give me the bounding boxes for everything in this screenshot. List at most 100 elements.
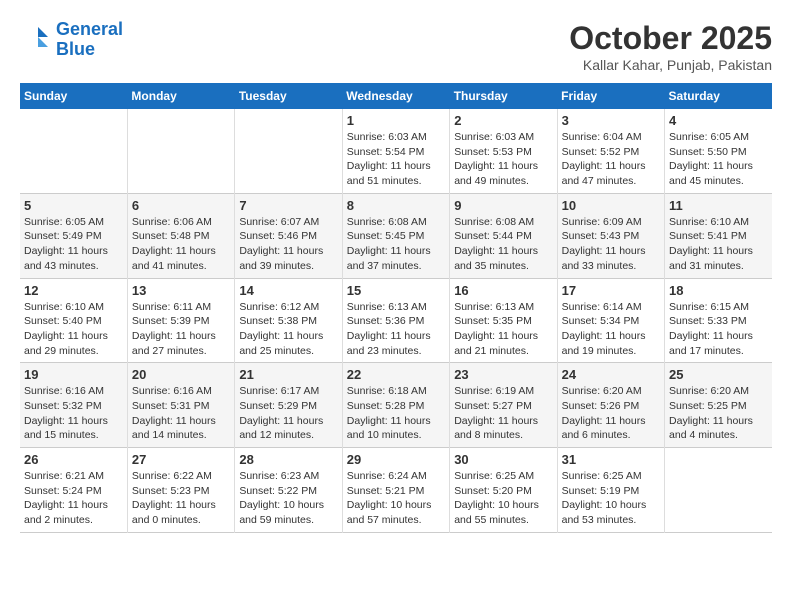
cell-w3-d4: 15 Sunrise: 6:13 AMSunset: 5:36 PMDayligh… xyxy=(342,278,449,363)
header-wednesday: Wednesday xyxy=(342,83,449,109)
day-info: Sunrise: 6:09 AMSunset: 5:43 PMDaylight:… xyxy=(562,215,660,274)
day-number: 8 xyxy=(347,198,445,213)
cell-w4-d2: 20 Sunrise: 6:16 AMSunset: 5:31 PMDayligh… xyxy=(127,363,234,448)
day-number: 18 xyxy=(669,283,768,298)
day-number: 24 xyxy=(562,367,660,382)
cell-w1-d3 xyxy=(235,109,342,193)
day-info: Sunrise: 6:03 AMSunset: 5:54 PMDaylight:… xyxy=(347,130,445,189)
day-info: Sunrise: 6:12 AMSunset: 5:38 PMDaylight:… xyxy=(239,300,337,359)
day-number: 27 xyxy=(132,452,230,467)
day-number: 1 xyxy=(347,113,445,128)
cell-w1-d5: 2Sunrise: 6:03 AMSunset: 5:53 PMDaylight… xyxy=(450,109,557,193)
header-friday: Friday xyxy=(557,83,664,109)
cell-w3-d7: 18 Sunrise: 6:15 AMSunset: 5:33 PMDayligh… xyxy=(665,278,772,363)
cell-w2-d1: 5Sunrise: 6:05 AMSunset: 5:49 PMDaylight… xyxy=(20,193,127,278)
cell-w2-d4: 8Sunrise: 6:08 AMSunset: 5:45 PMDaylight… xyxy=(342,193,449,278)
cell-w3-d3: 14 Sunrise: 6:12 AMSunset: 5:38 PMDayligh… xyxy=(235,278,342,363)
day-number: 14 xyxy=(239,283,337,298)
day-info: Sunrise: 6:18 AMSunset: 5:28 PMDaylight:… xyxy=(347,384,445,443)
week-row-2: 5Sunrise: 6:05 AMSunset: 5:49 PMDaylight… xyxy=(20,193,772,278)
cell-w5-d4: 29Sunrise: 6:24 AMSunset: 5:21 PMDayligh… xyxy=(342,448,449,533)
cell-w2-d6: 10Sunrise: 6:09 AMSunset: 5:43 PMDayligh… xyxy=(557,193,664,278)
day-number: 9 xyxy=(454,198,552,213)
header-thursday: Thursday xyxy=(450,83,557,109)
day-info: Sunrise: 6:20 AMSunset: 5:26 PMDaylight:… xyxy=(562,384,660,443)
day-info: Sunrise: 6:13 AMSunset: 5:35 PMDaylight:… xyxy=(454,300,552,359)
cell-w1-d2 xyxy=(127,109,234,193)
day-number: 17 xyxy=(562,283,660,298)
cell-w4-d5: 23 Sunrise: 6:19 AMSunset: 5:27 PMDayligh… xyxy=(450,363,557,448)
day-info: Sunrise: 6:20 AMSunset: 5:25 PMDaylight:… xyxy=(669,384,768,443)
cell-w1-d6: 3 Sunrise: 6:04 AMSunset: 5:52 PMDaylight… xyxy=(557,109,664,193)
page-header: General Blue October 2025 Kallar Kahar, … xyxy=(20,20,772,73)
header-monday: Monday xyxy=(127,83,234,109)
calendar-subtitle: Kallar Kahar, Punjab, Pakistan xyxy=(569,57,772,73)
day-number: 7 xyxy=(239,198,337,213)
title-block: October 2025 Kallar Kahar, Punjab, Pakis… xyxy=(569,20,772,73)
day-info: Sunrise: 6:22 AMSunset: 5:23 PMDaylight:… xyxy=(132,469,230,528)
week-row-5: 26Sunrise: 6:21 AMSunset: 5:24 PMDayligh… xyxy=(20,448,772,533)
cell-w4-d1: 19 Sunrise: 6:16 AMSunset: 5:32 PMDayligh… xyxy=(20,363,127,448)
day-number: 31 xyxy=(562,452,660,467)
day-info: Sunrise: 6:10 AMSunset: 5:41 PMDaylight:… xyxy=(669,215,768,274)
day-info: Sunrise: 6:19 AMSunset: 5:27 PMDaylight:… xyxy=(454,384,552,443)
day-number: 13 xyxy=(132,283,230,298)
cell-w5-d6: 31 Sunrise: 6:25 AMSunset: 5:19 PMDayligh… xyxy=(557,448,664,533)
day-info: Sunrise: 6:08 AMSunset: 5:44 PMDaylight:… xyxy=(454,215,552,274)
header-saturday: Saturday xyxy=(665,83,772,109)
week-row-1: 1 Sunrise: 6:03 AMSunset: 5:54 PMDaylight… xyxy=(20,109,772,193)
week-row-4: 19 Sunrise: 6:16 AMSunset: 5:32 PMDayligh… xyxy=(20,363,772,448)
cell-w4-d3: 21Sunrise: 6:17 AMSunset: 5:29 PMDayligh… xyxy=(235,363,342,448)
day-number: 11 xyxy=(669,198,768,213)
cell-w2-d3: 7 Sunrise: 6:07 AMSunset: 5:46 PMDaylight… xyxy=(235,193,342,278)
cell-w1-d1 xyxy=(20,109,127,193)
day-info: Sunrise: 6:06 AMSunset: 5:48 PMDaylight:… xyxy=(132,215,230,274)
day-info: Sunrise: 6:10 AMSunset: 5:40 PMDaylight:… xyxy=(24,300,123,359)
day-number: 28 xyxy=(239,452,337,467)
cell-w5-d2: 27 Sunrise: 6:22 AMSunset: 5:23 PMDayligh… xyxy=(127,448,234,533)
day-number: 19 xyxy=(24,367,123,382)
day-info: Sunrise: 6:05 AMSunset: 5:50 PMDaylight:… xyxy=(669,130,768,189)
day-number: 25 xyxy=(669,367,768,382)
calendar-title: October 2025 xyxy=(569,20,772,57)
cell-w3-d5: 16Sunrise: 6:13 AMSunset: 5:35 PMDayligh… xyxy=(450,278,557,363)
cell-w3-d6: 17 Sunrise: 6:14 AMSunset: 5:34 PMDayligh… xyxy=(557,278,664,363)
logo-general: General xyxy=(56,19,123,39)
cell-w3-d2: 13 Sunrise: 6:11 AMSunset: 5:39 PMDayligh… xyxy=(127,278,234,363)
day-number: 29 xyxy=(347,452,445,467)
cell-w2-d5: 9 Sunrise: 6:08 AMSunset: 5:44 PMDaylight… xyxy=(450,193,557,278)
day-number: 12 xyxy=(24,283,123,298)
day-number: 23 xyxy=(454,367,552,382)
day-number: 4 xyxy=(669,113,768,128)
cell-w5-d3: 28Sunrise: 6:23 AMSunset: 5:22 PMDayligh… xyxy=(235,448,342,533)
day-info: Sunrise: 6:04 AMSunset: 5:52 PMDaylight:… xyxy=(562,130,660,189)
day-number: 26 xyxy=(24,452,123,467)
day-info: Sunrise: 6:13 AMSunset: 5:36 PMDaylight:… xyxy=(347,300,445,359)
day-info: Sunrise: 6:14 AMSunset: 5:34 PMDaylight:… xyxy=(562,300,660,359)
cell-w4-d4: 22Sunrise: 6:18 AMSunset: 5:28 PMDayligh… xyxy=(342,363,449,448)
cell-w4-d7: 25 Sunrise: 6:20 AMSunset: 5:25 PMDayligh… xyxy=(665,363,772,448)
day-number: 6 xyxy=(132,198,230,213)
day-number: 15 xyxy=(347,283,445,298)
day-number: 20 xyxy=(132,367,230,382)
calendar-table: SundayMondayTuesdayWednesdayThursdayFrid… xyxy=(20,83,772,533)
calendar-header-row: SundayMondayTuesdayWednesdayThursdayFrid… xyxy=(20,83,772,109)
day-info: Sunrise: 6:16 AMSunset: 5:32 PMDaylight:… xyxy=(24,384,123,443)
cell-w5-d5: 30Sunrise: 6:25 AMSunset: 5:20 PMDayligh… xyxy=(450,448,557,533)
logo: General Blue xyxy=(20,20,123,60)
day-info: Sunrise: 6:15 AMSunset: 5:33 PMDaylight:… xyxy=(669,300,768,359)
day-number: 5 xyxy=(24,198,123,213)
week-row-3: 12 Sunrise: 6:10 AMSunset: 5:40 PMDayligh… xyxy=(20,278,772,363)
cell-w5-d7 xyxy=(665,448,772,533)
cell-w4-d6: 24 Sunrise: 6:20 AMSunset: 5:26 PMDayligh… xyxy=(557,363,664,448)
day-info: Sunrise: 6:17 AMSunset: 5:29 PMDaylight:… xyxy=(239,384,337,443)
cell-w2-d7: 11 Sunrise: 6:10 AMSunset: 5:41 PMDayligh… xyxy=(665,193,772,278)
day-info: Sunrise: 6:16 AMSunset: 5:31 PMDaylight:… xyxy=(132,384,230,443)
day-number: 30 xyxy=(454,452,552,467)
day-info: Sunrise: 6:07 AMSunset: 5:46 PMDaylight:… xyxy=(239,215,337,274)
cell-w2-d2: 6 Sunrise: 6:06 AMSunset: 5:48 PMDaylight… xyxy=(127,193,234,278)
day-number: 3 xyxy=(562,113,660,128)
day-info: Sunrise: 6:25 AMSunset: 5:19 PMDaylight:… xyxy=(562,469,660,528)
logo-text: General Blue xyxy=(56,20,123,60)
day-info: Sunrise: 6:11 AMSunset: 5:39 PMDaylight:… xyxy=(132,300,230,359)
